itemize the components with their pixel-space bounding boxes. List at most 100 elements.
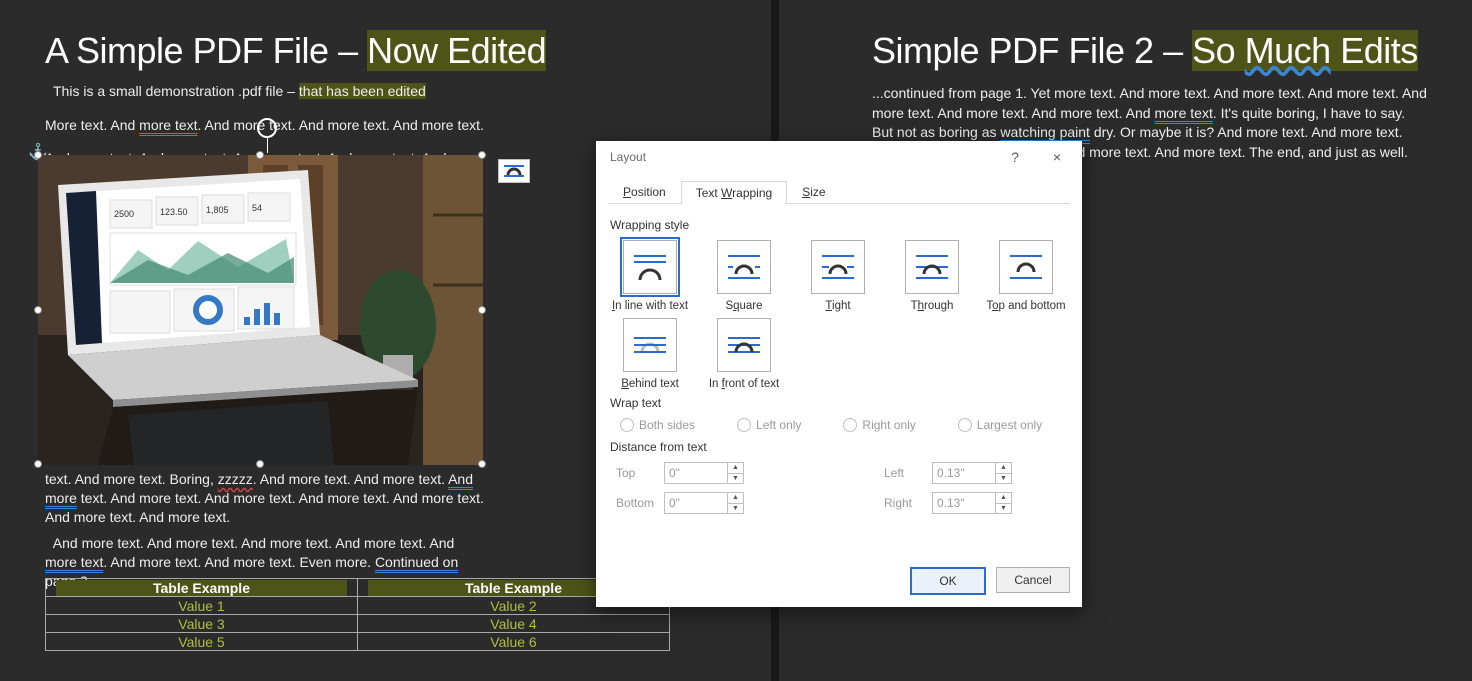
radio-label: Largest only bbox=[977, 418, 1042, 432]
table-header-row: Table Example Table Example bbox=[46, 579, 670, 597]
cancel-button[interactable]: Cancel bbox=[996, 567, 1070, 593]
dist-left-input[interactable]: ▲▼ bbox=[932, 462, 1012, 484]
spinner-icon[interactable]: ▲▼ bbox=[727, 493, 743, 513]
resize-handle-s[interactable] bbox=[256, 460, 264, 468]
dist-bottom-label: Bottom bbox=[616, 496, 664, 510]
resize-handle-e[interactable] bbox=[478, 306, 486, 314]
wrap-option-square[interactable]: Square bbox=[704, 240, 784, 312]
wrapping-style-grid: In line with text Square Tight Through bbox=[610, 240, 1068, 390]
table-row: Value 1 Value 2 bbox=[46, 597, 670, 615]
table-cell: Value 1 bbox=[56, 598, 347, 614]
dialog-body: Wrapping style In line with text Square … bbox=[596, 204, 1082, 514]
cancel-label: Cancel bbox=[1014, 573, 1051, 587]
table-row: Value 3 Value 4 bbox=[46, 615, 670, 633]
dist-bottom-input[interactable]: ▲▼ bbox=[664, 492, 744, 514]
para4-link1: more text bbox=[45, 554, 103, 570]
radio-label: Right only bbox=[862, 418, 915, 432]
resize-handle-se[interactable] bbox=[478, 460, 486, 468]
resize-handle-n[interactable] bbox=[256, 151, 264, 159]
dialog-tabbar: Position Text Wrapping Size bbox=[608, 179, 1070, 204]
page-1-title-plain: A Simple PDF File – bbox=[45, 30, 367, 71]
wrap-icon-topbottom bbox=[999, 240, 1053, 294]
spinner-icon[interactable]: ▲▼ bbox=[995, 463, 1011, 483]
wrap-icon-square bbox=[717, 240, 771, 294]
spinner-icon[interactable]: ▲▼ bbox=[995, 493, 1011, 513]
dist-top-label: Top bbox=[616, 466, 664, 480]
dialog-titlebar[interactable]: Layout ? × bbox=[596, 141, 1082, 173]
tab-position[interactable]: Position bbox=[608, 180, 681, 203]
svg-text:123.50: 123.50 bbox=[160, 207, 188, 217]
dist-top-input[interactable]: ▲▼ bbox=[664, 462, 744, 484]
para4-b: . And more text. And more text. Even mor… bbox=[103, 554, 375, 570]
resize-handle-nw[interactable] bbox=[34, 151, 42, 159]
tab-size[interactable]: Size bbox=[787, 180, 840, 203]
radio-label: Both sides bbox=[639, 418, 695, 432]
resize-handle-ne[interactable] bbox=[478, 151, 486, 159]
radio-both-sides[interactable]: Both sides bbox=[620, 418, 695, 432]
layout-dialog: Layout ? × Position Text Wrapping Size W… bbox=[596, 141, 1082, 607]
distance-grid: Top ▲▼ Left ▲▼ Bottom ▲▼ Right ▲▼ bbox=[616, 462, 1068, 514]
inserted-picture[interactable]: 2500 123.50 1,805 54 bbox=[38, 155, 483, 465]
group-wrap-text: Wrap text bbox=[610, 396, 1068, 410]
para1-link: more text bbox=[139, 117, 197, 133]
wrap-label-topbottom: Top and bottom bbox=[986, 300, 1066, 312]
help-icon: ? bbox=[1011, 149, 1019, 165]
radio-icon bbox=[958, 418, 972, 432]
wrap-label-behind: Behind text bbox=[610, 378, 690, 390]
page2-title-hlt1: So bbox=[1192, 30, 1245, 71]
layout-options-flyout[interactable] bbox=[498, 159, 530, 183]
para3-b: . And more text. And more text. bbox=[253, 471, 448, 487]
dist-bottom-value bbox=[665, 493, 727, 513]
wrap-option-through[interactable]: Through bbox=[892, 240, 972, 312]
subtitle-plain: This is a small demonstration .pdf file … bbox=[53, 83, 299, 99]
table-cell: Value 5 bbox=[56, 634, 347, 650]
svg-text:54: 54 bbox=[252, 203, 262, 213]
radio-label: Left only bbox=[756, 418, 801, 432]
para4-link2: Continued on bbox=[375, 554, 458, 570]
svg-text:2500: 2500 bbox=[114, 209, 134, 219]
subtitle-highlighted: that has been edited bbox=[299, 83, 426, 99]
wrap-icon-tight bbox=[811, 240, 865, 294]
wrap-option-behind[interactable]: Behind text bbox=[610, 318, 690, 390]
table-cell: Value 3 bbox=[56, 616, 347, 632]
wrap-icon-through bbox=[905, 240, 959, 294]
ok-button[interactable]: OK bbox=[910, 567, 986, 595]
group-distance-from-text: Distance from text bbox=[610, 440, 1068, 454]
wrap-option-inline[interactable]: In line with text bbox=[610, 240, 690, 312]
table-cell: Value 6 bbox=[368, 634, 659, 650]
page-1-subtitle: This is a small demonstration .pdf file … bbox=[45, 82, 725, 102]
wrap-option-front[interactable]: In front of text bbox=[704, 318, 784, 390]
wrap-option-topbottom[interactable]: Top and bottom bbox=[986, 240, 1066, 312]
dialog-help-button[interactable]: ? bbox=[994, 143, 1036, 171]
rotate-handle[interactable] bbox=[257, 118, 277, 138]
radio-icon bbox=[620, 418, 634, 432]
resize-handle-sw[interactable] bbox=[34, 460, 42, 468]
page-1-para-3: text. And more text. Boring, zzzzz. And … bbox=[45, 470, 485, 527]
ok-label: OK bbox=[939, 574, 956, 588]
tab-text-wrapping[interactable]: Text Wrapping bbox=[681, 181, 787, 204]
resize-handle-w[interactable] bbox=[34, 306, 42, 314]
radio-icon bbox=[737, 418, 751, 432]
wrap-label-through: Through bbox=[892, 300, 972, 312]
dist-right-input[interactable]: ▲▼ bbox=[932, 492, 1012, 514]
wrap-option-tight[interactable]: Tight bbox=[798, 240, 878, 312]
dialog-button-row: OK Cancel bbox=[910, 567, 1070, 595]
spinner-icon[interactable]: ▲▼ bbox=[727, 463, 743, 483]
wrap-label-square: Square bbox=[704, 300, 784, 312]
dialog-close-button[interactable]: × bbox=[1036, 143, 1078, 171]
page-1-title: A Simple PDF File – Now Edited bbox=[0, 0, 770, 82]
para3-misspelling: zzzzz bbox=[218, 471, 253, 487]
table-header-1: Table Example bbox=[56, 580, 347, 596]
page-1-para-1: More text. And more text. And more text.… bbox=[45, 116, 725, 136]
svg-text:1,805: 1,805 bbox=[206, 205, 229, 215]
page-2-title-plain: Simple PDF File 2 – bbox=[872, 30, 1192, 71]
radio-icon bbox=[843, 418, 857, 432]
radio-largest-only[interactable]: Largest only bbox=[958, 418, 1042, 432]
para3-c: text. And more text. And more text. And … bbox=[45, 490, 484, 525]
p2-link2: watching paint bbox=[1000, 124, 1090, 140]
radio-left-only[interactable]: Left only bbox=[737, 418, 801, 432]
wrap-icon-behind bbox=[623, 318, 677, 372]
close-icon: × bbox=[1053, 149, 1061, 165]
para3-a: text. And more text. Boring, bbox=[45, 471, 218, 487]
radio-right-only[interactable]: Right only bbox=[843, 418, 915, 432]
